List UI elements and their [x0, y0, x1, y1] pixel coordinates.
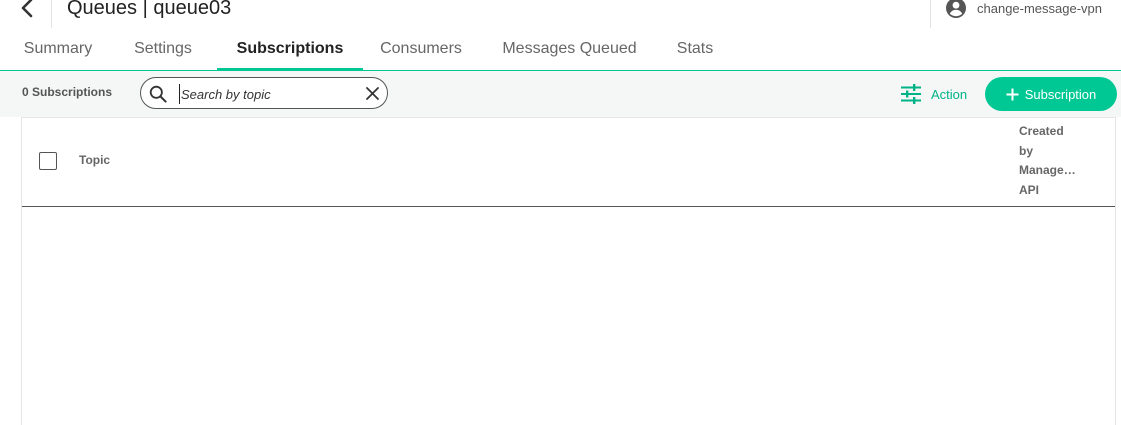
search-icon: [149, 85, 167, 103]
tab-consumers[interactable]: Consumers: [363, 28, 479, 70]
tune-icon: [901, 84, 921, 104]
tab-settings[interactable]: Settings: [116, 28, 210, 70]
subscriptions-toolbar: 0 Subscriptions Action: [0, 71, 1121, 117]
account-label: change-message-vpn: [977, 0, 1103, 16]
search-input[interactable]: [179, 84, 361, 104]
action-button[interactable]: Action: [900, 82, 967, 106]
column-header-created-by[interactable]: Created by Management API: [1019, 122, 1081, 200]
action-label: Action: [931, 86, 968, 102]
select-all-checkbox[interactable]: [39, 152, 57, 170]
account-circle-icon: [946, 0, 966, 18]
search-box[interactable]: [140, 77, 388, 109]
page-header: Queues | queue03 change-message-vpn: [0, 0, 1121, 28]
tab-subscriptions[interactable]: Subscriptions: [217, 28, 363, 70]
add-subscription-button[interactable]: Subscription: [985, 77, 1117, 111]
tab-summary[interactable]: Summary: [0, 28, 116, 70]
page-title: Queues | queue03: [67, 0, 232, 19]
column-header-text: API: [1019, 182, 1040, 197]
queue-subscriptions-page: Queues | queue03 change-message-vpn Summ…: [0, 0, 1121, 425]
header-divider: [51, 0, 52, 28]
table-body: [22, 207, 1115, 425]
account-menu[interactable]: change-message-vpn: [945, 0, 1102, 22]
subscription-count: 0 Subscriptions: [22, 85, 113, 99]
back-button[interactable]: [14, 0, 40, 22]
tab-stats[interactable]: Stats: [661, 28, 729, 70]
tab-bar: Summary Settings Subscriptions Consumers…: [0, 28, 1121, 71]
column-header-topic[interactable]: Topic: [79, 153, 110, 167]
column-header-text: Management: [1019, 163, 1081, 178]
column-header-text: Created: [1019, 124, 1064, 138]
close-icon[interactable]: [365, 86, 380, 101]
header-divider: [930, 0, 931, 28]
subscriptions-table: Topic Created by Management API: [21, 117, 1116, 425]
add-subscription-label: Subscription: [1024, 86, 1097, 102]
column-header-text: by: [1019, 143, 1034, 158]
tab-messages-queued[interactable]: Messages Queued: [486, 28, 653, 70]
table-header: Topic Created by Management API: [22, 118, 1115, 207]
plus-icon: [1006, 88, 1019, 100]
chevron-left-icon: [21, 0, 33, 18]
